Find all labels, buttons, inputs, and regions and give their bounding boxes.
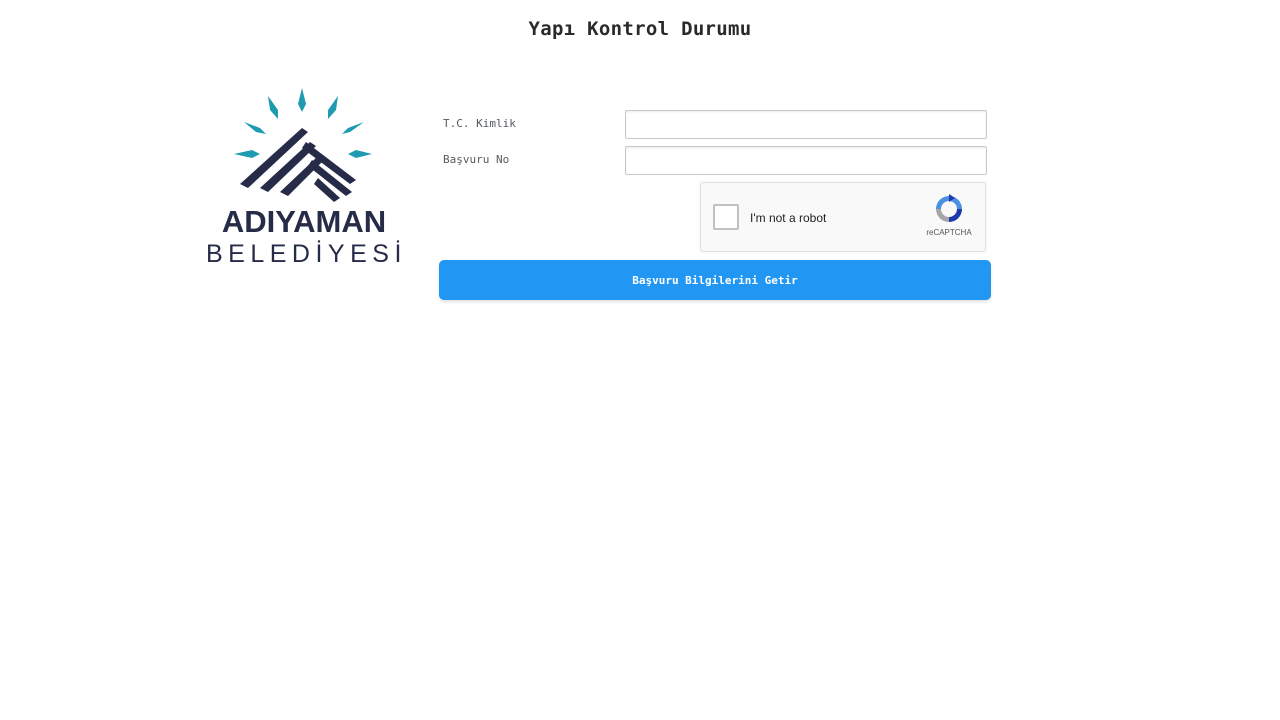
recaptcha-checkbox[interactable] — [713, 204, 739, 230]
basvuru-no-input[interactable] — [625, 146, 987, 175]
basvuru-no-label: Başvuru No — [443, 153, 510, 166]
municipality-logo: ADIYAMAN BELEDİYESİ — [206, 84, 402, 274]
logo-subtitle: BELEDİYESİ — [206, 240, 407, 268]
recaptcha-label: I'm not a robot — [750, 211, 827, 225]
logo-icon — [234, 88, 372, 202]
tc-kimlik-input[interactable] — [625, 110, 987, 139]
recaptcha-icon — [936, 194, 962, 222]
recaptcha-brand: reCAPTCHA — [926, 228, 972, 237]
page-title: Yapı Kontrol Durumu — [528, 18, 752, 40]
basvuru-bilgilerini-getir-button[interactable]: Başvuru Bilgilerini Getir — [439, 260, 991, 300]
logo-name: ADIYAMAN — [221, 204, 387, 239]
page: Yapı Kontrol Durumu ADIYAMAN BELEDİYESİ … — [0, 0, 1280, 720]
recaptcha-widget: I'm not a robot reCAPTCHA — [700, 182, 986, 252]
tc-kimlik-label: T.C. Kimlik — [443, 117, 516, 130]
